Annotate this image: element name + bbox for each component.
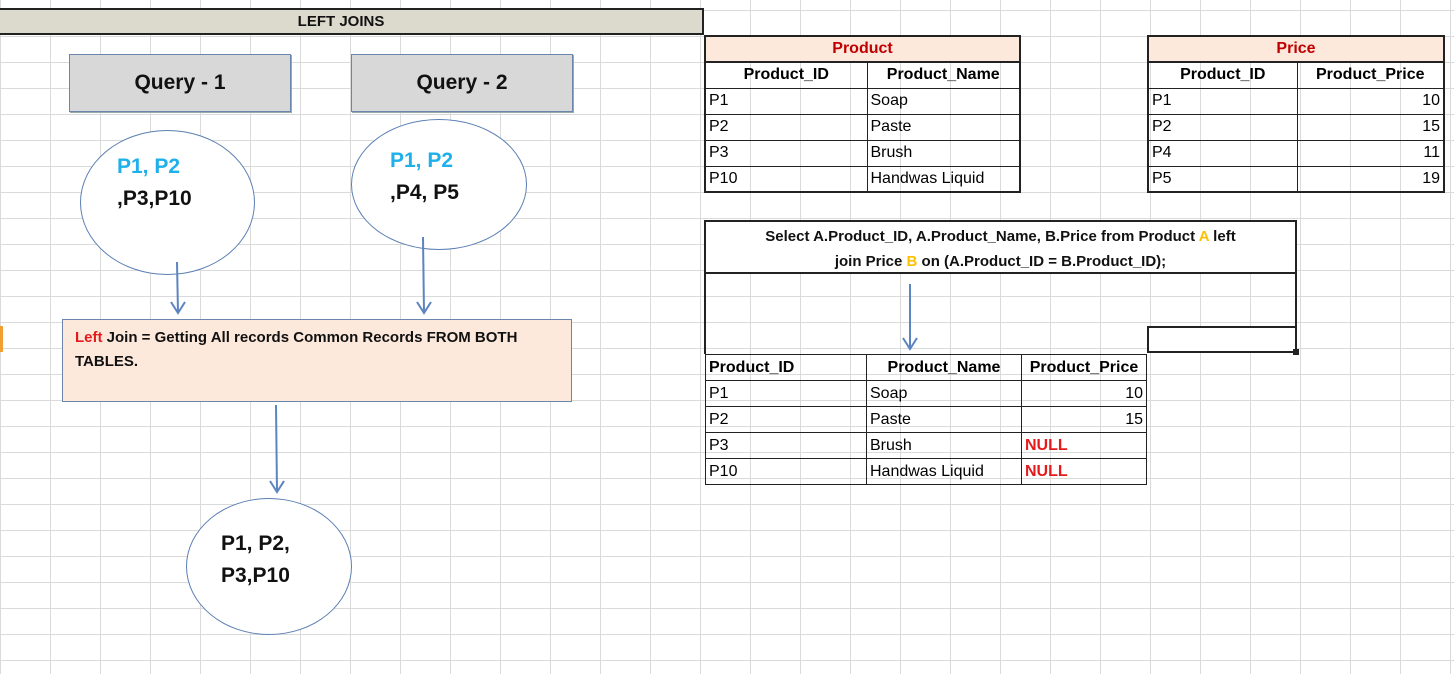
product-table: Product Product_ID Product_Name P1 Soap P… [704, 35, 1021, 193]
table-cell: P4 [1147, 139, 1298, 167]
table-row: P2 Paste [704, 113, 1021, 141]
table-cell: Paste [866, 406, 1022, 433]
result-table: Product_ID Product_Name Product_Price P1… [705, 354, 1147, 485]
table-cell: 10 [1296, 87, 1445, 115]
table-cell: 15 [1296, 113, 1445, 141]
null-cell: NULL [1021, 432, 1147, 459]
sql-text: on (A.Product_ID = B.Product_ID); [917, 253, 1167, 270]
table-row: P3 Brush [704, 139, 1021, 167]
arrow-query-2-down [422, 236, 425, 314]
sql-line-2: join Price B on (A.Product_ID = B.Produc… [706, 249, 1295, 274]
table-cell: P2 [704, 113, 868, 141]
sql-line-1: Select A.Product_ID, A.Product_Name, B.P… [706, 224, 1295, 249]
table-row: P1 Soap 10 [705, 380, 1147, 407]
fill-handle[interactable] [1293, 349, 1299, 355]
sql-text: join Price [834, 253, 907, 270]
table-cell: P1 [704, 87, 868, 115]
table-cell: P1 [705, 380, 867, 407]
sql-alias-a: A [1198, 228, 1210, 245]
price-table-header-id: Product_ID [1147, 61, 1298, 89]
table-cell: P3 [705, 432, 867, 459]
table-cell: P2 [1147, 113, 1298, 141]
table-cell: P10 [704, 165, 868, 193]
table-row: P10 Handwas Liquid NULL [705, 458, 1147, 485]
sql-text: left [1209, 228, 1236, 245]
null-cell: NULL [1021, 458, 1147, 485]
selected-cell[interactable] [1147, 326, 1297, 353]
arrow-query-1-down [176, 261, 179, 314]
table-row: P1 10 [1147, 87, 1445, 115]
table-cell: P2 [705, 406, 867, 433]
arrow-description-down [275, 404, 278, 493]
product-table-caption: Product [704, 35, 1021, 63]
table-cell: P1 [1147, 87, 1298, 115]
table-cell: P3 [704, 139, 868, 167]
table-row: P10 Handwas Liquid [704, 165, 1021, 193]
product-table-header-name: Product_Name [866, 61, 1021, 89]
table-cell: Handwas Liquid [866, 458, 1022, 485]
table-cell: Brush [866, 432, 1022, 459]
table-row: P2 15 [1147, 113, 1445, 141]
result-header-id: Product_ID [705, 354, 867, 381]
product-table-header-id: Product_ID [704, 61, 868, 89]
sql-alias-b: B [906, 253, 918, 270]
sql-text: Select A.Product_ID, A.Product_Name, B.P… [765, 228, 1199, 245]
price-table-caption: Price [1147, 35, 1445, 63]
table-cell: Brush [866, 139, 1021, 167]
table-cell: Soap [866, 380, 1022, 407]
result-header-name: Product_Name [866, 354, 1022, 381]
sql-query-box: Select A.Product_ID, A.Product_Name, B.P… [704, 220, 1297, 274]
table-row: P5 19 [1147, 165, 1445, 193]
table-cell: Paste [866, 113, 1021, 141]
price-table: Price Product_ID Product_Price P1 10 P2 15… [1147, 35, 1445, 193]
table-cell: P5 [1147, 165, 1298, 193]
table-row: P2 Paste 15 [705, 406, 1147, 433]
table-cell: P10 [705, 458, 867, 485]
table-cell: 11 [1296, 139, 1445, 167]
table-cell: 15 [1021, 406, 1147, 433]
table-cell: Soap [866, 87, 1021, 115]
table-cell: 10 [1021, 380, 1147, 407]
price-table-header-price: Product_Price [1296, 61, 1445, 89]
table-row: P1 Soap [704, 87, 1021, 115]
result-header-price: Product_Price [1021, 354, 1147, 381]
table-row: P3 Brush NULL [705, 432, 1147, 459]
table-cell: 19 [1296, 165, 1445, 193]
table-row: P4 11 [1147, 139, 1445, 167]
table-cell: Handwas Liquid [866, 165, 1021, 193]
